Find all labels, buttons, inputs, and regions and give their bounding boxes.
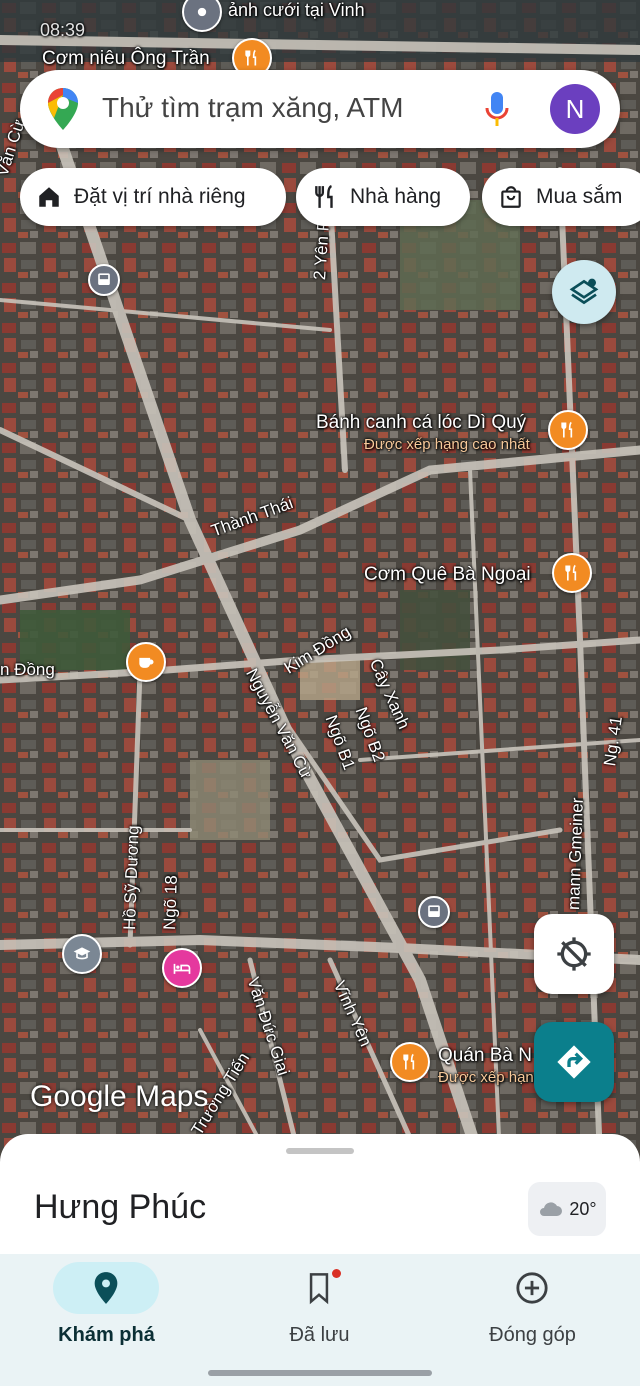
search-bar[interactable]: Thử tìm trạm xăng, ATM N (20, 70, 620, 148)
directions-icon (557, 1045, 591, 1079)
nav-contribute-icon-wrap (479, 1262, 585, 1314)
street-label-ngo-18: Ngõ 18 (160, 874, 181, 931)
location-icon (197, 7, 207, 17)
poi-pin-cafe[interactable] (126, 642, 166, 682)
nav-explore-icon-wrap (53, 1262, 159, 1314)
nav-contribute-label: Đóng góp (489, 1324, 576, 1346)
poi-label-banh-canh: Bánh canh cá lóc Dì Quý (316, 412, 527, 433)
school-icon (73, 947, 91, 960)
street-label-yen: 2 Yên P (310, 219, 334, 281)
weather-badge[interactable]: 20° (528, 1182, 606, 1236)
poi-pin-quan-ba[interactable] (390, 1042, 430, 1082)
sheet-drag-handle[interactable] (286, 1148, 354, 1154)
home-icon (36, 184, 74, 210)
nav-explore[interactable]: Khám phá (0, 1254, 213, 1386)
notification-badge (332, 1269, 341, 1278)
poi-label-com-nieu: Cơm niêu Ông Trần (42, 48, 210, 69)
google-maps-watermark: Google Maps (30, 1080, 209, 1113)
street-label-ho-sy-duong: Hồ Sỹ Dương (120, 824, 143, 931)
restaurant-icon (245, 49, 257, 66)
cloud-icon (540, 1202, 563, 1216)
bus-icon (428, 905, 440, 917)
poi-pin-com-que[interactable] (552, 553, 592, 593)
my-location-button[interactable] (534, 914, 614, 994)
layers-icon (569, 278, 599, 305)
street-label-gmeiner: mann Gmeiner (564, 797, 587, 911)
bookmark-icon (309, 1273, 329, 1305)
nav-contribute[interactable]: Đóng góp (426, 1254, 639, 1386)
poi-label-studio: ảnh cưới tại Vinh (228, 0, 365, 20)
restaurant-icon (565, 564, 577, 581)
poi-pin-banh-canh[interactable] (548, 410, 588, 450)
fork-knife-icon (312, 184, 350, 210)
nav-saved-label: Đã lưu (289, 1324, 350, 1346)
search-input[interactable]: Thử tìm trạm xăng, ATM (102, 92, 403, 124)
temperature: 20° (569, 1198, 597, 1219)
bus-stop-pin[interactable] (88, 264, 120, 296)
hotel-icon (173, 963, 191, 974)
chip-home-label: Đặt vị trí nhà riêng (74, 185, 246, 208)
add-circle-icon (516, 1272, 548, 1304)
location-pin-icon (94, 1272, 118, 1304)
nav-saved-icon-wrap (266, 1262, 372, 1314)
poi-sub-banh-canh: Được xếp hạng cao nhất (364, 436, 530, 453)
microphone-icon[interactable] (484, 90, 510, 128)
bus-stop-pin[interactable] (418, 896, 450, 928)
street-label-kim-dong-left: n Đồng (0, 660, 55, 679)
layers-button[interactable] (552, 260, 616, 324)
nav-saved[interactable]: Đã lưu (213, 1254, 426, 1386)
avatar[interactable]: N (550, 84, 600, 134)
poi-label-quan-ba: Quán Bà N (438, 1045, 532, 1066)
nav-explore-label: Khám phá (58, 1324, 155, 1346)
shopping-bag-icon (498, 184, 536, 210)
poi-label-com-que: Cơm Quê Bà Ngoại (364, 564, 531, 585)
bus-icon (98, 273, 110, 285)
poi-pin-school[interactable] (62, 934, 102, 974)
status-time: 08:39 (40, 20, 86, 40)
google-maps-logo-icon (48, 88, 78, 130)
poi-pin-hotel[interactable] (162, 948, 202, 988)
chip-shopping[interactable]: Mua sắm (482, 168, 640, 226)
bottom-nav: Khám phá Đã lưu Đóng góp (0, 1254, 640, 1386)
gesture-bar (208, 1370, 432, 1376)
restaurant-icon (403, 1053, 415, 1070)
directions-button[interactable] (534, 1022, 614, 1102)
chip-shopping-label: Mua sắm (536, 185, 623, 208)
poi-sub-quan-ba: Được xếp hạn (438, 1069, 534, 1086)
chip-restaurants[interactable]: Nhà hàng (296, 168, 470, 226)
location-disabled-icon (557, 937, 591, 971)
cafe-icon (139, 657, 154, 668)
chip-restaurants-label: Nhà hàng (350, 185, 442, 208)
chip-home[interactable]: Đặt vị trí nhà riêng (20, 168, 286, 226)
place-title: Hưng Phúc (34, 1188, 207, 1226)
restaurant-icon (561, 421, 573, 438)
